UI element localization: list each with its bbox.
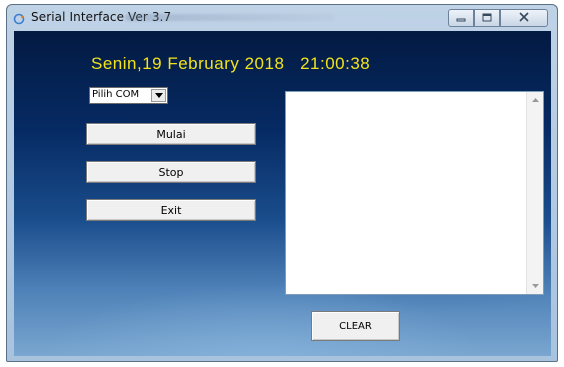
start-button[interactable]: Mulai [86, 123, 256, 145]
refresh-circle-icon [13, 12, 25, 25]
output-textarea[interactable] [285, 91, 544, 295]
maximize-icon [482, 9, 492, 27]
close-icon [519, 9, 529, 27]
minimize-button[interactable] [448, 9, 474, 27]
exit-button[interactable]: Exit [86, 199, 256, 221]
stop-button[interactable]: Stop [86, 161, 256, 183]
chevron-down-icon[interactable] [151, 89, 166, 102]
scroll-up-icon[interactable] [527, 92, 543, 108]
client-area: Senin,19 February 2018 21:00:38 Pilih CO… [14, 31, 551, 356]
com-port-value: Pilih COM [92, 89, 140, 100]
maximize-button[interactable] [474, 9, 500, 27]
com-port-select[interactable]: Pilih COM [89, 87, 168, 104]
minimize-icon [456, 9, 466, 27]
title-bar[interactable]: Serial Interface Ver 3.7 [7, 5, 557, 31]
close-button[interactable] [500, 9, 548, 27]
scroll-down-icon[interactable] [527, 278, 543, 294]
datetime-label: Senin,19 February 2018 21:00:38 [91, 54, 371, 73]
clear-button[interactable]: CLEAR [311, 311, 400, 341]
vertical-scrollbar[interactable] [526, 92, 543, 294]
title-blur [125, 14, 335, 21]
app-window: Serial Interface Ver 3.7 Senin,19 Februa… [6, 4, 558, 362]
